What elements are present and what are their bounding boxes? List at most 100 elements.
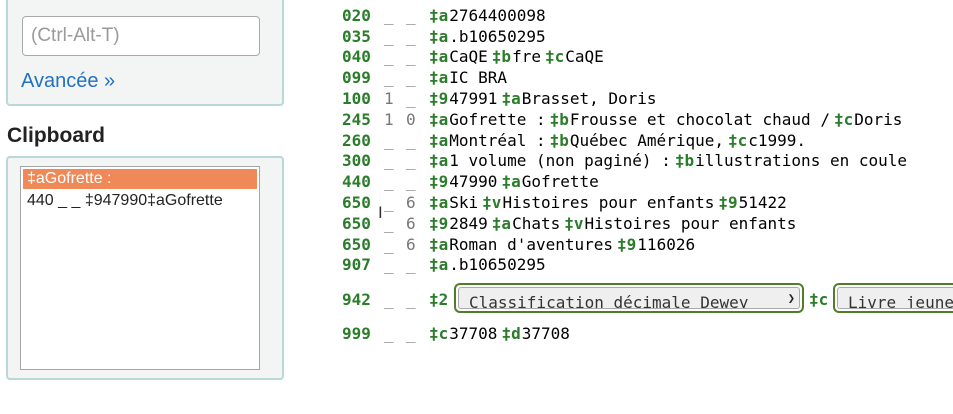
subfield-value: Québec Amérique, xyxy=(569,131,724,150)
indicator-1[interactable]: _ xyxy=(384,289,394,310)
indicator-1[interactable]: _ xyxy=(384,323,394,344)
field-tag[interactable]: 020 xyxy=(342,5,371,26)
clipboard-item-selected[interactable]: ‡aGofrette : xyxy=(23,169,257,189)
subfield-value: illustrations en coule xyxy=(695,151,908,170)
subfield-code: ‡9 xyxy=(617,235,637,254)
field-tag[interactable]: 300 xyxy=(342,150,371,171)
field-content[interactable]: ‡aRoman d'aventures ‡9116026 xyxy=(429,234,699,255)
field-tag[interactable]: 035 xyxy=(342,26,371,47)
field-content[interactable]: ‡aMontréal : ‡bQuébec Amérique, ‡cc1999. xyxy=(429,130,810,151)
field-tag[interactable]: 245 xyxy=(342,109,371,130)
subfield-value: CaQE xyxy=(565,47,604,66)
indicator-1[interactable]: _ xyxy=(384,171,394,192)
field-content[interactable]: ‡a2764400098 xyxy=(429,5,550,26)
subfield-code: ‡a xyxy=(429,151,449,170)
text-cursor-icon: I xyxy=(378,203,383,222)
subfield-code: ‡b xyxy=(549,131,569,150)
field-content[interactable]: ‡947990 ‡aGofrette xyxy=(429,171,603,192)
field-tag[interactable]: 942 xyxy=(342,289,371,310)
indicator-1[interactable]: 1 xyxy=(384,88,394,109)
indicator-2[interactable]: _ xyxy=(406,5,416,26)
subfield-code: ‡a xyxy=(429,6,449,25)
field-tag[interactable]: 999 xyxy=(342,323,371,344)
subfield-code: ‡v xyxy=(564,214,584,233)
indicator-1[interactable]: 1 xyxy=(384,109,394,130)
indicator-2[interactable]: _ xyxy=(406,289,416,310)
field-tag[interactable]: 650 xyxy=(342,234,371,255)
indicator-1[interactable]: _ xyxy=(384,254,394,275)
field-content[interactable]: ‡92849 ‡aChats ‡vHistoires pour enfants xyxy=(429,213,800,234)
classification-select[interactable]: Classification décimale Dewey ❯ xyxy=(454,283,804,313)
subfield-code: ‡a xyxy=(429,47,449,66)
indicator-2[interactable]: 6 xyxy=(406,234,416,255)
subfield-code: ‡a xyxy=(501,172,521,191)
field-content[interactable]: ‡aCaQE ‡bfre ‡cCaQE xyxy=(429,46,608,67)
field-tag[interactable]: 100 xyxy=(342,88,371,109)
indicator-2[interactable]: _ xyxy=(406,150,416,171)
subfield-value: Gofrette : xyxy=(449,110,546,129)
subfield-value: Gofrette xyxy=(521,172,599,191)
field-tag[interactable]: 440 xyxy=(342,171,371,192)
indicator-2[interactable]: _ xyxy=(406,171,416,192)
indicator-1[interactable]: _ xyxy=(384,26,394,47)
field-tag[interactable]: 099 xyxy=(342,67,371,88)
subfield-value: 47990 xyxy=(449,172,498,191)
field-tag[interactable]: 650 xyxy=(342,213,371,234)
indicator-1[interactable]: _ xyxy=(384,192,394,213)
indicator-1[interactable]: _ xyxy=(384,213,394,234)
field-content: ‡2 xyxy=(429,289,449,310)
field-tag[interactable]: 650 xyxy=(342,192,371,213)
indicator-2[interactable]: _ xyxy=(406,323,416,344)
subfield-value: fre xyxy=(512,47,541,66)
indicator-1[interactable]: _ xyxy=(384,5,394,26)
advanced-search-link[interactable]: Avancée » xyxy=(21,70,115,93)
clipboard-list[interactable]: ‡aGofrette : 440 _ _ ‡947990‡aGofrette xyxy=(20,166,260,370)
subfield-code: ‡v xyxy=(482,193,502,212)
subfield-value: .b10650295 xyxy=(449,255,546,274)
subfield-value: c1999. xyxy=(748,131,807,150)
subfield-value: 51422 xyxy=(738,193,787,212)
subfield-code: ‡b xyxy=(674,151,695,170)
indicator-2[interactable]: _ xyxy=(406,26,416,47)
field-content[interactable]: ‡a1 volume (non paginé) : ‡billustrations… xyxy=(429,150,911,171)
subfield-code: ‡a xyxy=(491,214,512,233)
indicator-2[interactable]: _ xyxy=(406,88,416,109)
indicator-2[interactable]: _ xyxy=(406,67,416,88)
indicator-1[interactable]: _ xyxy=(384,67,394,88)
subfield-code: ‡b xyxy=(491,47,512,66)
subfield-value: .b10650295 xyxy=(449,27,546,46)
field-tag[interactable]: 260 xyxy=(342,130,371,151)
indicator-2[interactable]: 6 xyxy=(406,213,416,234)
indicator-1[interactable]: _ xyxy=(384,130,394,151)
field-content[interactable]: ‡947991 ‡aBrasset, Doris xyxy=(429,88,661,109)
classification-select-value: Classification décimale Dewey xyxy=(469,293,749,309)
field-content[interactable]: ‡aGofrette : ‡bFrousse et chocolat chaud … xyxy=(429,109,906,130)
indicator-1[interactable]: _ xyxy=(384,46,394,67)
field-tag[interactable]: 040 xyxy=(342,46,371,67)
subfield-value: 47991 xyxy=(449,89,498,108)
field-content[interactable]: ‡a.b10650295 xyxy=(429,254,550,275)
clipboard-item[interactable]: 440 _ _ ‡947990‡aGofrette xyxy=(23,191,257,211)
field-content[interactable]: ‡aIC BRA xyxy=(429,67,511,88)
subfield-value: Montréal : xyxy=(449,131,546,150)
indicator-2[interactable]: _ xyxy=(406,254,416,275)
indicator-2[interactable]: 0 xyxy=(406,109,416,130)
field-content[interactable]: ‡c37708 ‡d37708 xyxy=(429,323,574,344)
subfield-code: ‡9 xyxy=(429,214,449,233)
item-type-select[interactable]: Livre jeunesse xyxy=(833,283,953,313)
subfield-code: ‡a xyxy=(429,235,449,254)
indicator-1[interactable]: _ xyxy=(384,234,394,255)
indicator-2[interactable]: 6 xyxy=(406,192,416,213)
subfield-value: Doris xyxy=(854,110,903,129)
field-content[interactable]: ‡a.b10650295 xyxy=(429,26,550,47)
subfield-value: Frousse et chocolat chaud / xyxy=(569,110,830,129)
search-input[interactable] xyxy=(22,16,260,56)
indicator-2[interactable]: _ xyxy=(406,130,416,151)
subfield-code: ‡a xyxy=(429,193,449,212)
field-content[interactable]: ‡aSki ‡vHistoires pour enfants ‡951422 xyxy=(429,192,791,213)
indicator-1[interactable]: _ xyxy=(384,150,394,171)
indicator-2[interactable]: _ xyxy=(406,46,416,67)
sidebar: Avancée » Clipboard ‡aGofrette : 440 _ _… xyxy=(0,0,300,414)
field-tag[interactable]: 907 xyxy=(342,254,371,275)
subfield-code: ‡d xyxy=(501,324,521,343)
